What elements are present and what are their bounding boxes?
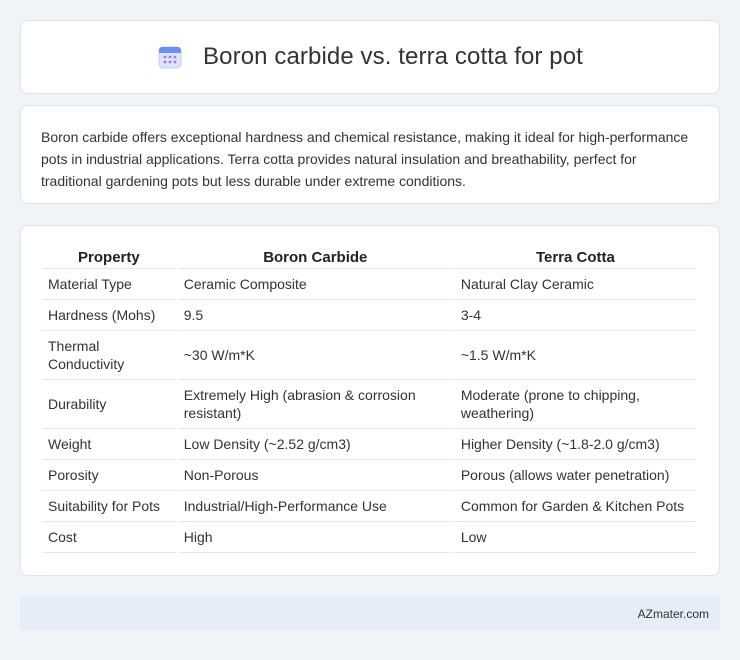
header-terra-cotta: Terra Cotta <box>454 246 696 269</box>
cell-terra-cotta: Higher Density (~1.8-2.0 g/cm3) <box>454 429 696 460</box>
cell-boron-carbide: Extremely High (abrasion & corrosion res… <box>177 380 453 429</box>
cell-property: Weight <box>42 429 176 460</box>
cell-property: Material Type <box>42 269 176 300</box>
cell-property: Hardness (Mohs) <box>42 300 176 331</box>
table-row: Suitability for Pots Industrial/High-Per… <box>42 491 696 522</box>
intro-text: Boron carbide offers exceptional hardnes… <box>41 129 689 189</box>
cell-boron-carbide: ~30 W/m*K <box>177 331 453 380</box>
cell-terra-cotta: Porous (allows water penetration) <box>454 460 696 491</box>
cell-terra-cotta: Natural Clay Ceramic <box>454 269 696 300</box>
cell-boron-carbide: Industrial/High-Performance Use <box>177 491 453 522</box>
cell-property: Cost <box>42 522 176 553</box>
table-row: Porosity Non-Porous Porous (allows water… <box>42 460 696 491</box>
table-row: Cost High Low <box>42 522 696 553</box>
cell-boron-carbide: High <box>177 522 453 553</box>
table-header-row: Property Boron Carbide Terra Cotta <box>42 246 696 269</box>
cell-property: Thermal Conductivity <box>42 331 176 380</box>
cell-property: Suitability for Pots <box>42 491 176 522</box>
intro-card: Boron carbide offers exceptional hardnes… <box>20 105 720 204</box>
cell-terra-cotta: 3-4 <box>454 300 696 331</box>
cell-terra-cotta: Common for Garden & Kitchen Pots <box>454 491 696 522</box>
footer-bar: AZmater.com <box>20 597 720 630</box>
cell-terra-cotta: Moderate (prone to chipping, weathering) <box>454 380 696 429</box>
cell-boron-carbide: 9.5 <box>177 300 453 331</box>
table-row: Hardness (Mohs) 9.5 3-4 <box>42 300 696 331</box>
header-property: Property <box>42 246 176 269</box>
cell-property: Durability <box>42 380 176 429</box>
calendar-icon <box>157 44 183 70</box>
cell-property: Porosity <box>42 460 176 491</box>
footer-source: AZmater.com <box>637 606 709 621</box>
cell-terra-cotta: Low <box>454 522 696 553</box>
table-row: Material Type Ceramic Composite Natural … <box>42 269 696 300</box>
table-row: Thermal Conductivity ~30 W/m*K ~1.5 W/m*… <box>42 331 696 380</box>
table-row: Weight Low Density (~2.52 g/cm3) Higher … <box>42 429 696 460</box>
cell-boron-carbide: Ceramic Composite <box>177 269 453 300</box>
header-card: Boron carbide vs. terra cotta for pot <box>20 20 720 94</box>
table-card: Property Boron Carbide Terra Cotta Mater… <box>20 225 720 576</box>
table-row: Durability Extremely High (abrasion & co… <box>42 380 696 429</box>
header-boron-carbide: Boron Carbide <box>177 246 453 269</box>
cell-boron-carbide: Non-Porous <box>177 460 453 491</box>
comparison-table: Property Boron Carbide Terra Cotta Mater… <box>40 246 698 553</box>
cell-boron-carbide: Low Density (~2.52 g/cm3) <box>177 429 453 460</box>
page-title: Boron carbide vs. terra cotta for pot <box>203 43 583 70</box>
cell-terra-cotta: ~1.5 W/m*K <box>454 331 696 380</box>
title-wrap: Boron carbide vs. terra cotta for pot <box>157 43 583 71</box>
